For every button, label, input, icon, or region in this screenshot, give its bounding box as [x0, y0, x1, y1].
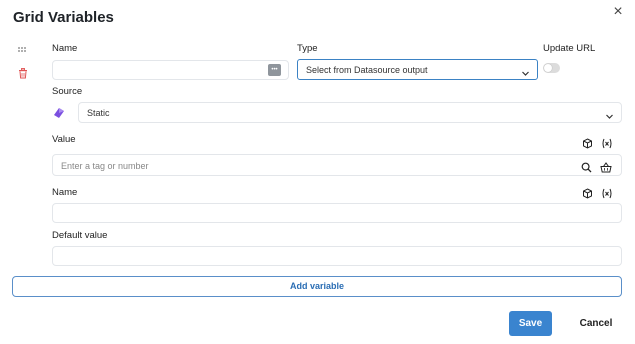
default-value-input[interactable]	[52, 246, 622, 266]
dialog-title: Grid Variables	[13, 9, 114, 26]
cube-icon[interactable]	[582, 136, 593, 149]
save-button[interactable]: Save	[509, 311, 552, 336]
variable-icon[interactable]	[601, 136, 613, 149]
chevron-down-icon	[521, 65, 530, 76]
type-label: Type	[297, 43, 318, 54]
source-type-icon	[53, 106, 65, 118]
source-select[interactable]: Static	[78, 102, 622, 123]
type-select-value: Select from Datasource output	[306, 65, 428, 75]
cancel-button[interactable]: Cancel	[572, 311, 620, 336]
variable-icon[interactable]	[601, 186, 613, 199]
chevron-down-icon	[605, 108, 614, 119]
name-input[interactable]: •••	[52, 60, 289, 80]
default-value-label: Default value	[52, 230, 108, 241]
search-icon[interactable]	[581, 160, 592, 173]
source-label: Source	[52, 86, 83, 97]
value-placeholder: Enter a tag or number	[61, 161, 149, 171]
value-label: Value	[52, 134, 76, 145]
value-input[interactable]: Enter a tag or number	[52, 154, 622, 176]
update-url-label: Update URL	[543, 43, 596, 54]
source-select-value: Static	[87, 108, 110, 118]
name2-input[interactable]	[52, 203, 622, 223]
name-label: Name	[52, 43, 78, 54]
cube-icon[interactable]	[582, 186, 593, 199]
type-select[interactable]: Select from Datasource output	[297, 59, 538, 80]
update-url-toggle[interactable]	[543, 63, 560, 73]
more-options-icon[interactable]: •••	[268, 64, 281, 76]
add-variable-button[interactable]: Add variable	[12, 276, 622, 297]
drag-handle-icon[interactable]	[17, 42, 29, 52]
name2-label: Name	[52, 187, 78, 198]
basket-icon[interactable]	[600, 160, 612, 173]
trash-icon[interactable]	[18, 66, 28, 79]
close-icon[interactable]: ×	[611, 4, 625, 20]
toggle-knob	[544, 64, 552, 72]
